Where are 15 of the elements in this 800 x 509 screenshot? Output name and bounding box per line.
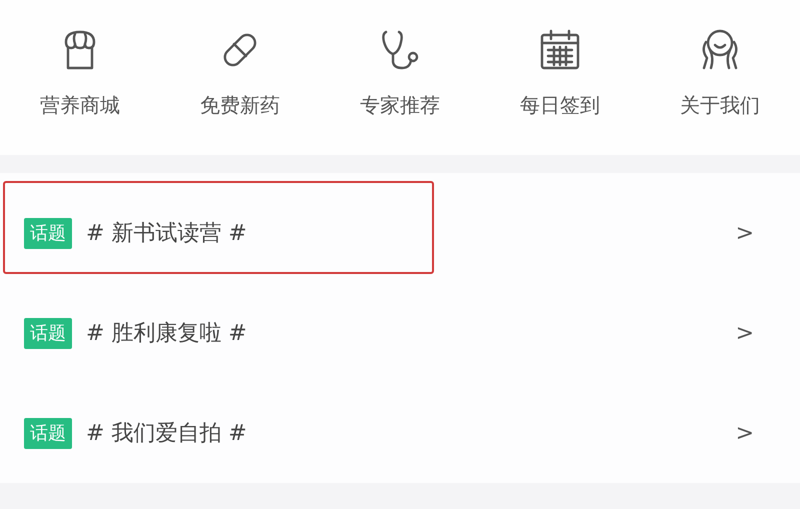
chevron-icon[interactable]: > [736, 420, 754, 446]
menu-item[interactable]: 关于我们 [640, 0, 800, 155]
chevron-icon[interactable]: > [736, 320, 754, 346]
topic-title[interactable]: # 胜利康复啦 # [86, 318, 736, 348]
calendar-icon [538, 28, 582, 72]
menu-item[interactable]: 每日签到 [480, 0, 640, 155]
topic-tag: 话题 [24, 318, 72, 348]
menu-item[interactable]: 专家推荐 [320, 0, 480, 155]
menu-item[interactable]: 免费新药 [160, 0, 320, 155]
chevron-icon[interactable]: > [736, 220, 754, 246]
topic-tag: 话题 [24, 418, 72, 448]
topic-title[interactable]: # 新书试读营 # [86, 218, 736, 248]
menu-item[interactable]: 营养商城 [0, 0, 160, 155]
topic-title[interactable]: # 我们爱自拍 # [86, 418, 736, 448]
topic-tag: 话题 [24, 218, 72, 248]
